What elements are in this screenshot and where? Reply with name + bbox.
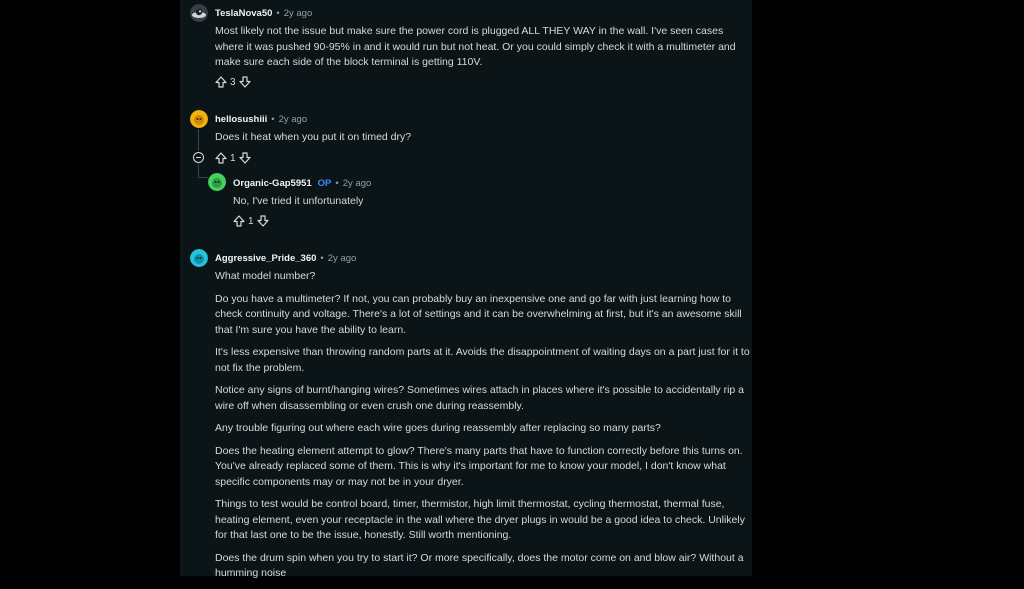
collapse-thread-icon[interactable] bbox=[193, 152, 204, 163]
thread-line[interactable] bbox=[198, 164, 199, 177]
vote-count: 1 bbox=[248, 215, 254, 227]
comment-timestamp[interactable]: 2y ago bbox=[279, 114, 308, 125]
snoo-avatar-icon bbox=[190, 110, 208, 128]
comment-paragraph: Does the drum spin when you try to start… bbox=[215, 551, 744, 580]
avatar[interactable] bbox=[208, 173, 226, 191]
comment-body: Most likely not the issue but make sure … bbox=[215, 24, 745, 78]
downvote-icon[interactable] bbox=[238, 152, 251, 164]
comment-body: What model number? Do you have a multime… bbox=[215, 269, 750, 589]
comment-header: Organic-Gap5951 OP • 2y ago bbox=[233, 173, 371, 193]
comment-header: Aggressive_Pride_360 • 2y ago bbox=[215, 248, 356, 268]
comment-timestamp[interactable]: 2y ago bbox=[328, 253, 357, 264]
op-badge: OP bbox=[317, 177, 332, 189]
comment-paragraph: Does it heat when you put it on timed dr… bbox=[215, 131, 412, 143]
comment-paragraph: No, I've tried it unfortunately bbox=[233, 195, 364, 207]
thread-line[interactable] bbox=[198, 129, 199, 151]
comment-header: hellosushiii • 2y ago bbox=[215, 109, 307, 129]
avatar[interactable] bbox=[190, 110, 208, 128]
vote-count: 3 bbox=[230, 76, 236, 88]
snoo-avatar-icon bbox=[190, 4, 208, 22]
comment-paragraph: Does the heating element attempt to glow… bbox=[215, 444, 743, 488]
snoo-avatar-icon bbox=[190, 249, 208, 267]
upvote-icon[interactable] bbox=[233, 215, 245, 227]
comment-timestamp[interactable]: 2y ago bbox=[284, 8, 313, 19]
comment-body: No, I've tried it unfortunately bbox=[233, 194, 743, 217]
vote-controls: 1 bbox=[233, 213, 269, 229]
author-name[interactable]: hellosushiii bbox=[215, 114, 267, 125]
separator-dot: • bbox=[276, 7, 280, 19]
separator-dot: • bbox=[271, 113, 275, 125]
comment-paragraph: Things to test would be control board, t… bbox=[215, 498, 745, 541]
separator-dot: • bbox=[335, 177, 339, 189]
author-name[interactable]: TeslaNova50 bbox=[215, 8, 272, 19]
author-name[interactable]: Organic-Gap5951 bbox=[233, 178, 312, 189]
downvote-icon[interactable] bbox=[256, 215, 269, 227]
comment-header: TeslaNova50 • 2y ago bbox=[215, 3, 312, 23]
comment-paragraph: Do you have a multimeter? If not, you ca… bbox=[215, 292, 742, 336]
author-name[interactable]: Aggressive_Pride_360 bbox=[215, 253, 316, 264]
vote-controls: 3 bbox=[215, 74, 251, 90]
comment-paragraph: What model number? bbox=[215, 270, 316, 282]
snoo-avatar-icon bbox=[208, 173, 226, 191]
upvote-icon[interactable] bbox=[215, 76, 227, 88]
comment-timestamp[interactable]: 2y ago bbox=[343, 178, 372, 189]
downvote-icon[interactable] bbox=[238, 76, 251, 88]
vote-controls: 1 bbox=[215, 150, 251, 166]
separator-dot: • bbox=[320, 252, 324, 264]
avatar[interactable] bbox=[190, 4, 208, 22]
comment-paragraph: Most likely not the issue but make sure … bbox=[215, 25, 736, 68]
vote-count: 1 bbox=[230, 152, 236, 164]
thread-branch bbox=[198, 177, 208, 178]
avatar[interactable] bbox=[190, 249, 208, 267]
comment-paragraph: Notice any signs of burnt/hanging wires?… bbox=[215, 384, 745, 412]
comment-paragraph: It's less expensive than throwing random… bbox=[215, 346, 750, 374]
comment-body: Does it heat when you put it on timed dr… bbox=[215, 130, 745, 153]
upvote-icon[interactable] bbox=[215, 152, 227, 164]
comment-paragraph: Any trouble figuring out where each wire… bbox=[215, 422, 661, 434]
